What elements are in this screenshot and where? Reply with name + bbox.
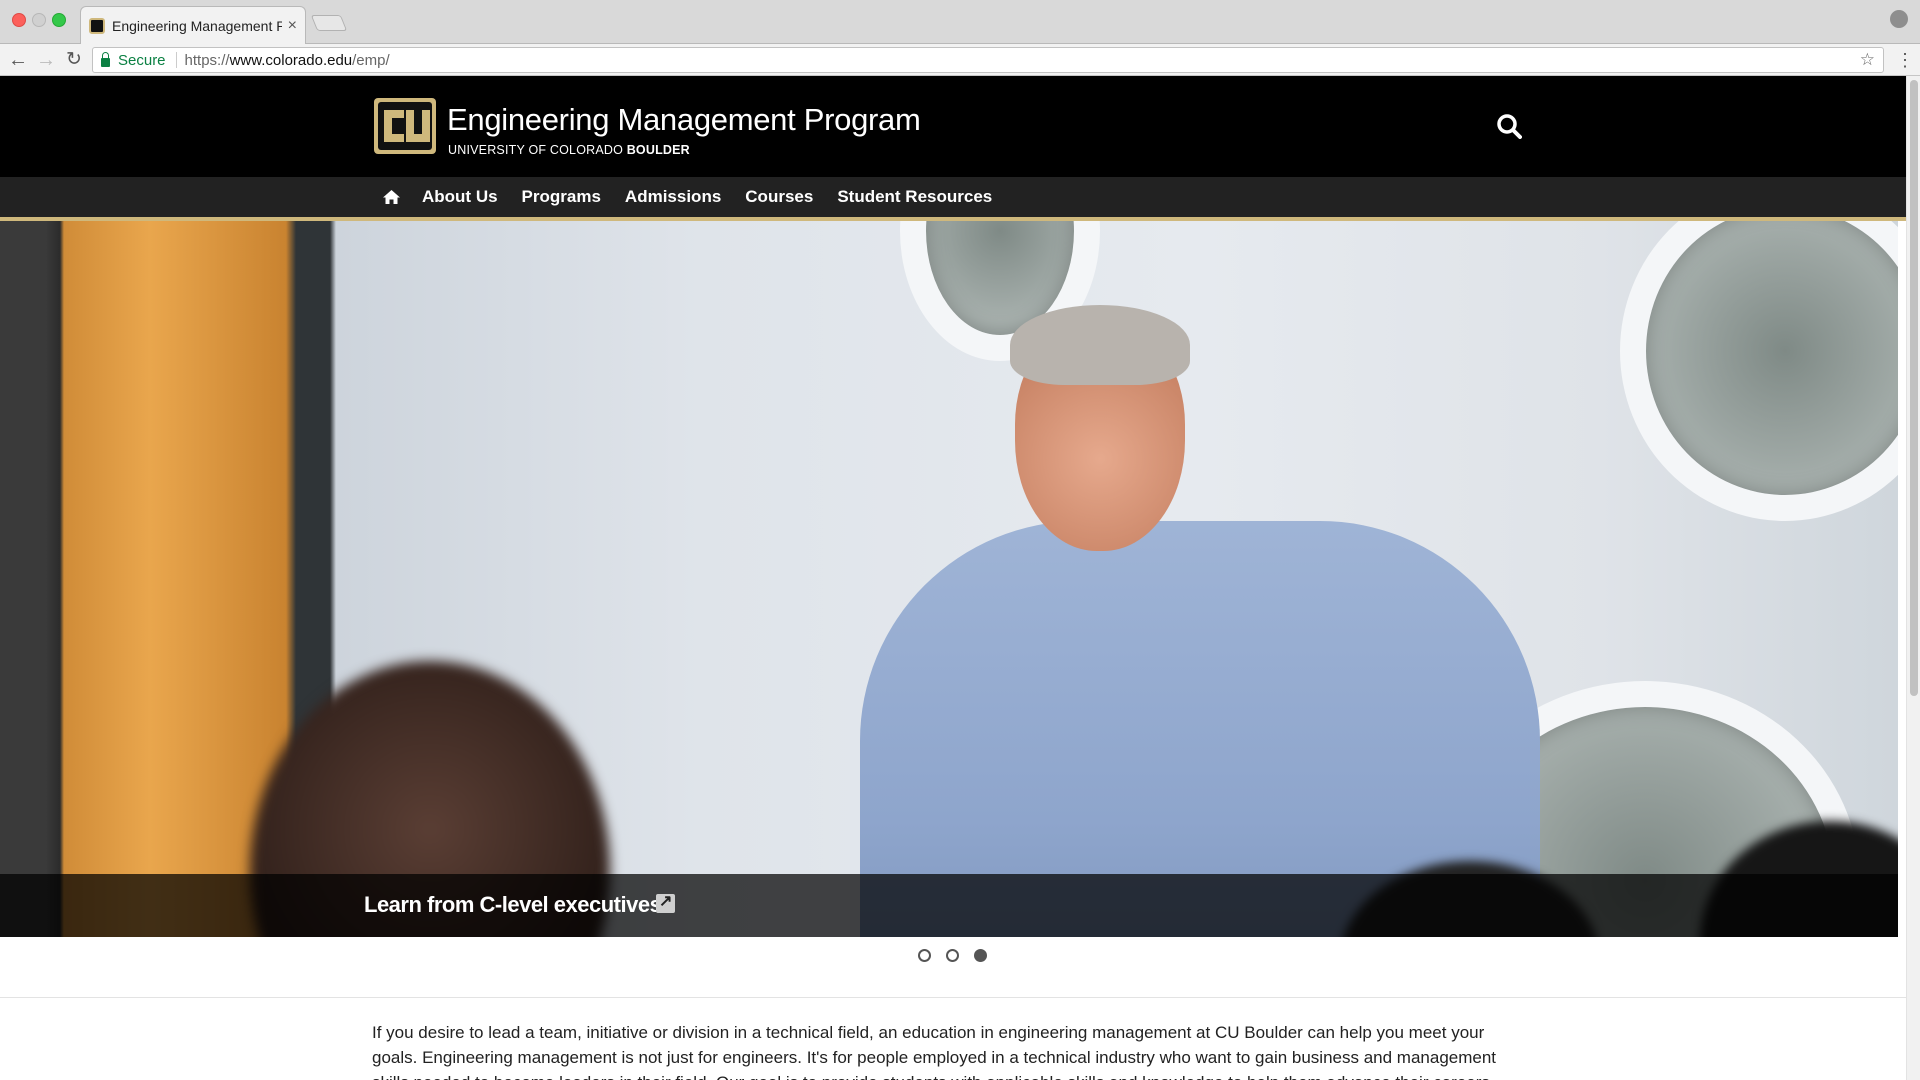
nav-item-about-us[interactable]: About Us xyxy=(422,187,498,207)
url-host: www.colorado.edu xyxy=(229,51,353,69)
search-icon[interactable] xyxy=(1496,113,1522,139)
tab-close-icon[interactable]: × xyxy=(288,17,297,35)
university-subtitle[interactable]: UNIVERSITY OF COLORADO BOULDER xyxy=(448,143,690,157)
bookmark-star-icon[interactable]: ☆ xyxy=(1860,50,1875,70)
main-navigation: About Us Programs Admissions Courses Stu… xyxy=(0,177,1906,221)
cu-logo-icon[interactable] xyxy=(372,96,438,156)
url-path: /emp/ xyxy=(352,51,390,69)
cu-favicon-icon xyxy=(89,17,105,34)
site-header: Engineering Management Program UNIVERSIT… xyxy=(0,76,1906,177)
hero-photo-porthole xyxy=(1620,221,1898,521)
address-separator xyxy=(175,52,177,68)
secure-label: Secure xyxy=(118,51,166,69)
page-scrollbar[interactable] xyxy=(1906,76,1920,1080)
browser-toolbar: ← → ↻ Secure https:// www.colorado.edu /… xyxy=(0,44,1920,76)
slide-dot-1[interactable] xyxy=(918,949,931,962)
slideshow-pager xyxy=(0,946,1898,966)
reload-icon[interactable]: ↻ xyxy=(62,48,86,72)
home-icon[interactable] xyxy=(382,189,401,205)
lock-icon xyxy=(101,51,110,67)
address-bar[interactable]: Secure https:// www.colorado.edu /emp/ ☆ xyxy=(92,47,1884,73)
scrollbar-thumb[interactable] xyxy=(1910,80,1918,696)
nav-item-admissions[interactable]: Admissions xyxy=(625,187,721,207)
slide-dot-2[interactable] xyxy=(946,949,959,962)
browser-tab-strip: Engineering Management Prog × xyxy=(0,0,1920,44)
browser-tab-active[interactable]: Engineering Management Prog × xyxy=(80,6,306,44)
slide-caption-bar[interactable]: Learn from C-level executives. xyxy=(0,874,1898,937)
url-scheme: https:// xyxy=(184,51,230,69)
slide-caption[interactable]: Learn from C-level executives. xyxy=(364,892,667,918)
back-arrow-icon[interactable]: ← xyxy=(6,48,30,72)
university-prefix: UNIVERSITY OF COLORADO xyxy=(448,143,627,157)
university-campus: BOULDER xyxy=(626,143,690,157)
nav-item-programs[interactable]: Programs xyxy=(522,187,601,207)
nav-item-courses[interactable]: Courses xyxy=(745,187,813,207)
web-page: Engineering Management Program UNIVERSIT… xyxy=(0,76,1906,1080)
window-minimize-button[interactable] xyxy=(32,13,46,27)
profile-icon[interactable] xyxy=(1890,10,1908,28)
window-close-button[interactable] xyxy=(12,13,26,27)
hero-photo-presenter-hair xyxy=(1010,305,1190,385)
new-tab-button[interactable] xyxy=(310,15,348,31)
window-zoom-button[interactable] xyxy=(52,13,66,27)
browser-menu-icon[interactable]: ⋮ xyxy=(1896,50,1914,70)
section-divider xyxy=(0,997,1906,998)
nav-item-student-resources[interactable]: Student Resources xyxy=(837,187,992,207)
hero-slideshow[interactable]: Learn from C-level executives. xyxy=(0,221,1898,937)
forward-arrow-icon[interactable]: → xyxy=(34,48,58,72)
intro-paragraph: If you desire to lead a team, initiative… xyxy=(372,1023,1497,1080)
external-link-icon[interactable] xyxy=(656,891,675,913)
tab-title: Engineering Management Prog xyxy=(112,17,282,34)
slide-dot-3-active[interactable] xyxy=(974,949,987,962)
site-title[interactable]: Engineering Management Program xyxy=(447,102,921,138)
